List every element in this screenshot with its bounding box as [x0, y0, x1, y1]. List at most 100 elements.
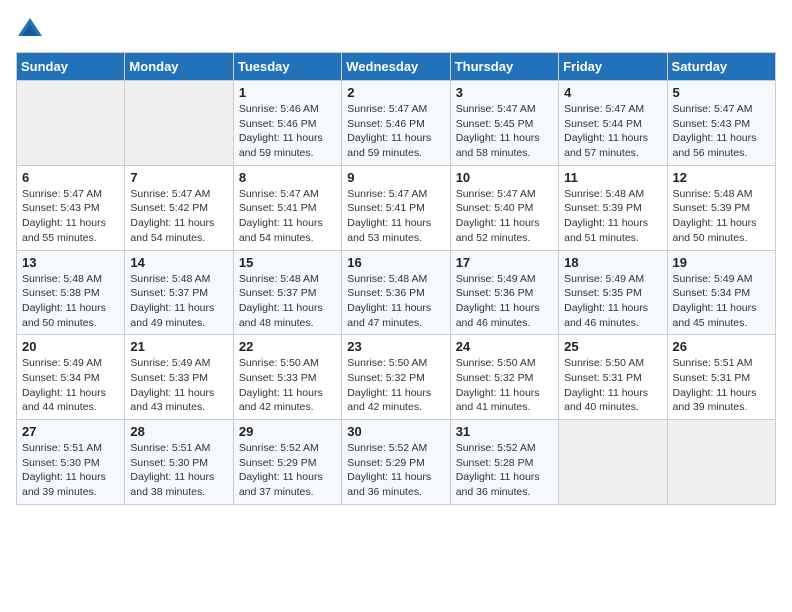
calendar-cell: 31 Sunrise: 5:52 AM Sunset: 5:28 PM Dayli…: [450, 420, 558, 505]
day-number: 18: [564, 255, 661, 270]
calendar-cell: 12Sunrise: 5:48 AM Sunset: 5:39 PM Dayli…: [667, 165, 775, 250]
calendar-cell: 5 Sunrise: 5:47 AM Sunset: 5:43 PM Daylig…: [667, 81, 775, 166]
calendar-cell: 24Sunrise: 5:50 AM Sunset: 5:32 PM Dayli…: [450, 335, 558, 420]
day-number: 9: [347, 170, 444, 185]
header-sunday: Sunday: [17, 53, 125, 81]
calendar-cell: 27 Sunrise: 5:51 AM Sunset: 5:30 PM Dayli…: [17, 420, 125, 505]
day-info: Sunrise: 5:50 AM Sunset: 5:31 PM Dayligh…: [564, 356, 661, 415]
day-number: 15: [239, 255, 336, 270]
calendar-cell: 18 Sunrise: 5:49 AM Sunset: 5:35 PM Dayli…: [559, 250, 667, 335]
day-info: Sunrise: 5:49 AM Sunset: 5:34 PM Dayligh…: [22, 356, 119, 415]
day-info: Sunrise: 5:51 AM Sunset: 5:30 PM Dayligh…: [130, 441, 227, 500]
day-info: Sunrise: 5:48 AM Sunset: 5:39 PM Dayligh…: [673, 187, 770, 246]
calendar-cell: 19Sunrise: 5:49 AM Sunset: 5:34 PM Dayli…: [667, 250, 775, 335]
logo: [16, 16, 48, 44]
day-number: 27: [22, 424, 119, 439]
day-number: 17: [456, 255, 553, 270]
calendar-cell: 2Sunrise: 5:47 AM Sunset: 5:46 PM Daylig…: [342, 81, 450, 166]
day-info: Sunrise: 5:47 AM Sunset: 5:40 PM Dayligh…: [456, 187, 553, 246]
day-info: Sunrise: 5:48 AM Sunset: 5:38 PM Dayligh…: [22, 272, 119, 331]
calendar-cell: 30Sunrise: 5:52 AM Sunset: 5:29 PM Dayli…: [342, 420, 450, 505]
calendar-cell: 23Sunrise: 5:50 AM Sunset: 5:32 PM Dayli…: [342, 335, 450, 420]
day-number: 11: [564, 170, 661, 185]
day-info: Sunrise: 5:47 AM Sunset: 5:43 PM Dayligh…: [22, 187, 119, 246]
calendar-cell: 20 Sunrise: 5:49 AM Sunset: 5:34 PM Dayli…: [17, 335, 125, 420]
logo-icon: [16, 16, 44, 44]
day-number: 31: [456, 424, 553, 439]
day-number: 21: [130, 339, 227, 354]
day-number: 28: [130, 424, 227, 439]
calendar-cell: [17, 81, 125, 166]
day-info: Sunrise: 5:47 AM Sunset: 5:43 PM Dayligh…: [673, 102, 770, 161]
calendar-cell: 15 Sunrise: 5:48 AM Sunset: 5:37 PM Dayli…: [233, 250, 341, 335]
header-monday: Monday: [125, 53, 233, 81]
day-info: Sunrise: 5:50 AM Sunset: 5:32 PM Dayligh…: [456, 356, 553, 415]
day-info: Sunrise: 5:52 AM Sunset: 5:28 PM Dayligh…: [456, 441, 553, 500]
day-number: 10: [456, 170, 553, 185]
header-saturday: Saturday: [667, 53, 775, 81]
calendar-cell: 7 Sunrise: 5:47 AM Sunset: 5:42 PM Daylig…: [125, 165, 233, 250]
day-info: Sunrise: 5:49 AM Sunset: 5:33 PM Dayligh…: [130, 356, 227, 415]
header-friday: Friday: [559, 53, 667, 81]
calendar-cell: 29Sunrise: 5:52 AM Sunset: 5:29 PM Dayli…: [233, 420, 341, 505]
calendar-cell: 13 Sunrise: 5:48 AM Sunset: 5:38 PM Dayli…: [17, 250, 125, 335]
calendar-cell: 28 Sunrise: 5:51 AM Sunset: 5:30 PM Dayli…: [125, 420, 233, 505]
day-number: 14: [130, 255, 227, 270]
day-number: 20: [22, 339, 119, 354]
calendar-week-row: 20 Sunrise: 5:49 AM Sunset: 5:34 PM Dayli…: [17, 335, 776, 420]
calendar-cell: 1 Sunrise: 5:46 AM Sunset: 5:46 PM Daylig…: [233, 81, 341, 166]
calendar-cell: 11 Sunrise: 5:48 AM Sunset: 5:39 PM Dayli…: [559, 165, 667, 250]
day-number: 1: [239, 85, 336, 100]
calendar-cell: 25 Sunrise: 5:50 AM Sunset: 5:31 PM Dayli…: [559, 335, 667, 420]
day-info: Sunrise: 5:47 AM Sunset: 5:46 PM Dayligh…: [347, 102, 444, 161]
day-number: 6: [22, 170, 119, 185]
calendar-week-row: 6 Sunrise: 5:47 AM Sunset: 5:43 PM Daylig…: [17, 165, 776, 250]
day-info: Sunrise: 5:50 AM Sunset: 5:33 PM Dayligh…: [239, 356, 336, 415]
calendar-cell: 26 Sunrise: 5:51 AM Sunset: 5:31 PM Dayli…: [667, 335, 775, 420]
calendar-cell: 17Sunrise: 5:49 AM Sunset: 5:36 PM Dayli…: [450, 250, 558, 335]
day-number: 13: [22, 255, 119, 270]
header-tuesday: Tuesday: [233, 53, 341, 81]
calendar-cell: [125, 81, 233, 166]
day-number: 16: [347, 255, 444, 270]
day-info: Sunrise: 5:49 AM Sunset: 5:34 PM Dayligh…: [673, 272, 770, 331]
header-thursday: Thursday: [450, 53, 558, 81]
day-number: 23: [347, 339, 444, 354]
calendar-cell: 6 Sunrise: 5:47 AM Sunset: 5:43 PM Daylig…: [17, 165, 125, 250]
calendar-week-row: 27 Sunrise: 5:51 AM Sunset: 5:30 PM Dayli…: [17, 420, 776, 505]
day-number: 4: [564, 85, 661, 100]
calendar-week-row: 13 Sunrise: 5:48 AM Sunset: 5:38 PM Dayli…: [17, 250, 776, 335]
calendar-cell: [559, 420, 667, 505]
page-header: [16, 16, 776, 44]
calendar-cell: 10 Sunrise: 5:47 AM Sunset: 5:40 PM Dayli…: [450, 165, 558, 250]
day-info: Sunrise: 5:48 AM Sunset: 5:36 PM Dayligh…: [347, 272, 444, 331]
calendar-cell: 16 Sunrise: 5:48 AM Sunset: 5:36 PM Dayli…: [342, 250, 450, 335]
day-info: Sunrise: 5:49 AM Sunset: 5:35 PM Dayligh…: [564, 272, 661, 331]
day-number: 26: [673, 339, 770, 354]
day-number: 5: [673, 85, 770, 100]
calendar-cell: 21 Sunrise: 5:49 AM Sunset: 5:33 PM Dayli…: [125, 335, 233, 420]
day-info: Sunrise: 5:48 AM Sunset: 5:37 PM Dayligh…: [130, 272, 227, 331]
day-info: Sunrise: 5:48 AM Sunset: 5:39 PM Dayligh…: [564, 187, 661, 246]
day-info: Sunrise: 5:52 AM Sunset: 5:29 PM Dayligh…: [239, 441, 336, 500]
calendar-header-row: SundayMondayTuesdayWednesdayThursdayFrid…: [17, 53, 776, 81]
calendar-table: SundayMondayTuesdayWednesdayThursdayFrid…: [16, 52, 776, 505]
day-info: Sunrise: 5:47 AM Sunset: 5:41 PM Dayligh…: [347, 187, 444, 246]
day-info: Sunrise: 5:51 AM Sunset: 5:31 PM Dayligh…: [673, 356, 770, 415]
calendar-cell: 4Sunrise: 5:47 AM Sunset: 5:44 PM Daylig…: [559, 81, 667, 166]
day-number: 8: [239, 170, 336, 185]
day-number: 25: [564, 339, 661, 354]
day-number: 22: [239, 339, 336, 354]
day-number: 7: [130, 170, 227, 185]
day-info: Sunrise: 5:47 AM Sunset: 5:42 PM Dayligh…: [130, 187, 227, 246]
calendar-cell: 9 Sunrise: 5:47 AM Sunset: 5:41 PM Daylig…: [342, 165, 450, 250]
calendar-cell: 8Sunrise: 5:47 AM Sunset: 5:41 PM Daylig…: [233, 165, 341, 250]
calendar-cell: 22 Sunrise: 5:50 AM Sunset: 5:33 PM Dayli…: [233, 335, 341, 420]
day-info: Sunrise: 5:48 AM Sunset: 5:37 PM Dayligh…: [239, 272, 336, 331]
calendar-cell: [667, 420, 775, 505]
day-info: Sunrise: 5:46 AM Sunset: 5:46 PM Dayligh…: [239, 102, 336, 161]
header-wednesday: Wednesday: [342, 53, 450, 81]
day-info: Sunrise: 5:51 AM Sunset: 5:30 PM Dayligh…: [22, 441, 119, 500]
calendar-cell: 3Sunrise: 5:47 AM Sunset: 5:45 PM Daylig…: [450, 81, 558, 166]
calendar-cell: 14 Sunrise: 5:48 AM Sunset: 5:37 PM Dayli…: [125, 250, 233, 335]
